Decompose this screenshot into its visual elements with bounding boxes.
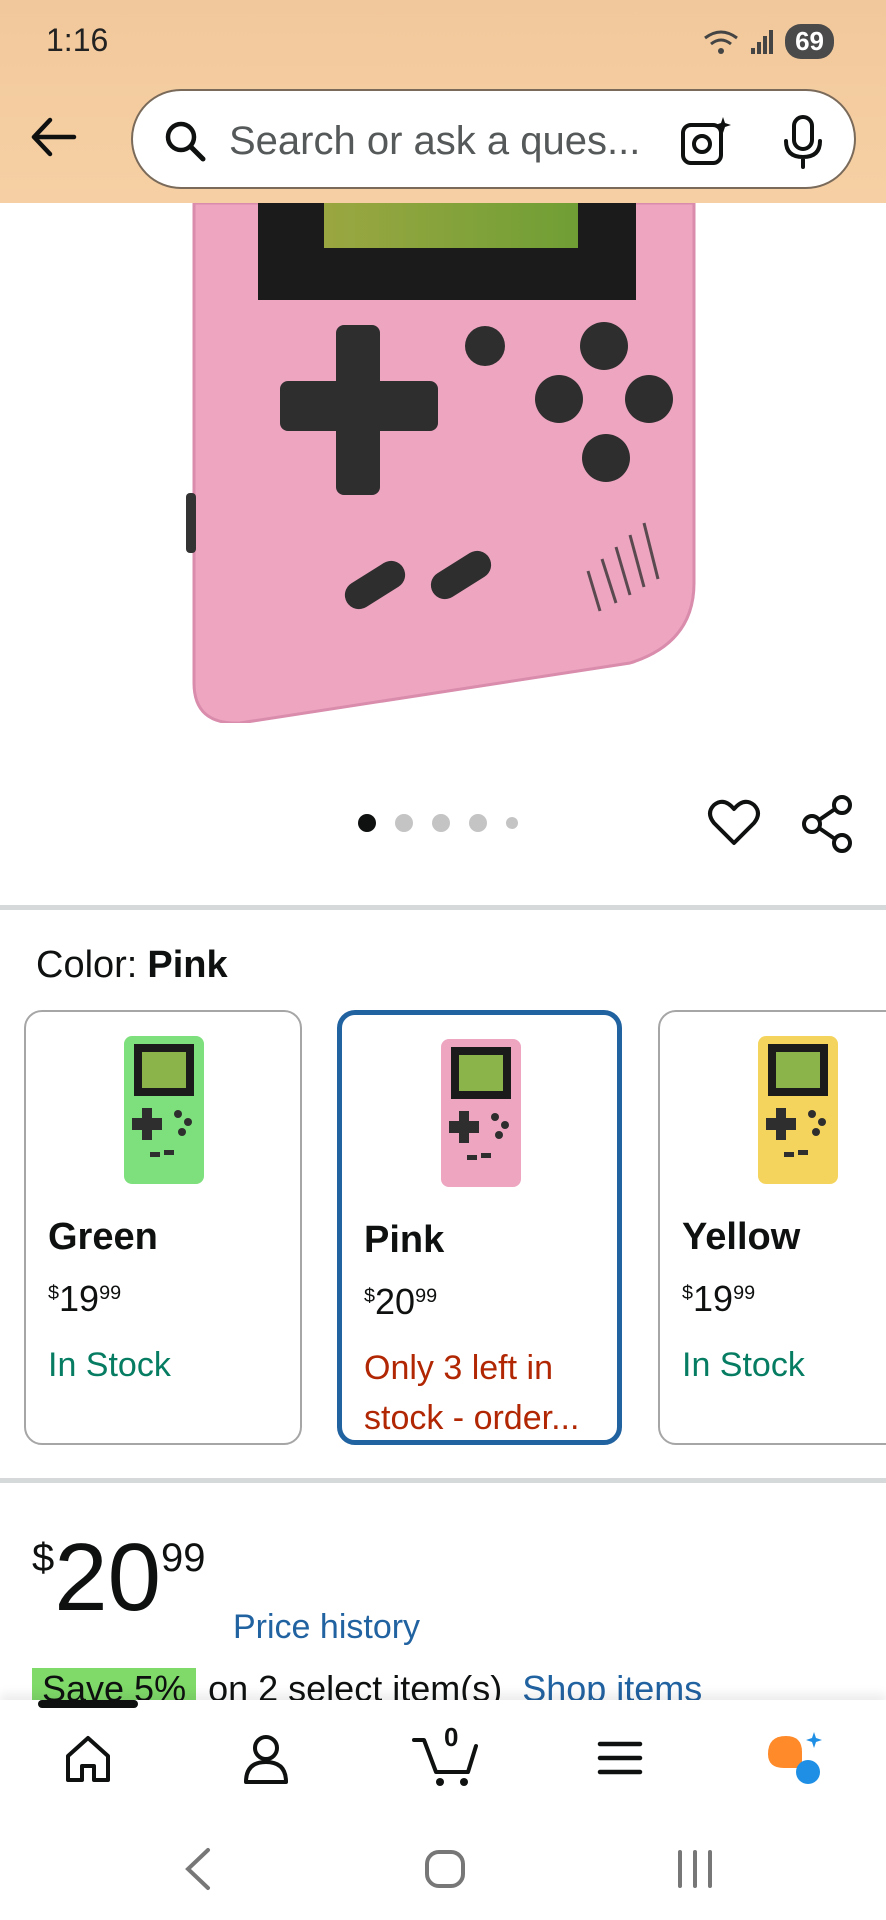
status-icons: 69 <box>703 24 834 59</box>
green-console-thumbnail <box>124 1036 204 1184</box>
carousel-dot[interactable] <box>432 814 450 832</box>
microphone-icon[interactable] <box>781 115 825 169</box>
wifi-icon <box>704 30 738 54</box>
share-icon[interactable] <box>800 795 854 853</box>
home-icon[interactable] <box>58 1728 118 1788</box>
yellow-console-thumbnail <box>758 1036 838 1184</box>
price-history-link[interactable]: Price history <box>233 1608 420 1647</box>
color-label: Color: Pink <box>36 944 228 987</box>
search-bar[interactable]: Search or ask a ques... <box>131 89 856 189</box>
product-price: $2099 <box>32 1530 206 1626</box>
section-divider <box>0 1478 886 1483</box>
price-whole: 20 <box>54 1524 162 1631</box>
color-option-price: $1999 <box>682 1278 755 1320</box>
product-image[interactable] <box>150 203 730 723</box>
cart-count: 0 <box>444 1722 459 1752</box>
shop-items-link[interactable]: Shop items <box>522 1668 702 1700</box>
app-header: 1:16 69 Search or ask a ques... <box>0 0 886 203</box>
price-whole: 20 <box>375 1281 416 1322</box>
color-option-price: $2099 <box>364 1281 437 1323</box>
carousel-dot[interactable] <box>469 814 487 832</box>
price-currency: $ <box>682 1281 694 1304</box>
menu-icon[interactable] <box>590 1728 650 1788</box>
color-option-name: Green <box>48 1216 158 1258</box>
back-arrow-icon[interactable] <box>28 112 78 162</box>
bottom-navigation: 0 <box>0 1700 886 1810</box>
section-divider <box>0 905 886 910</box>
carousel-dot-active[interactable] <box>358 814 376 832</box>
price-cents: 99 <box>161 1536 206 1580</box>
system-home-icon[interactable] <box>424 1844 466 1894</box>
search-input[interactable]: Search or ask a ques... <box>229 119 640 164</box>
color-option-yellow[interactable]: Yellow $1999 In Stock <box>658 1010 886 1445</box>
active-tab-indicator <box>38 1700 138 1708</box>
price-currency: $ <box>48 1281 60 1304</box>
system-recents-icon[interactable] <box>674 1844 716 1894</box>
color-option-pink[interactable]: Pink $2099 Only 3 left in stock - order.… <box>337 1010 622 1445</box>
system-navigation-bar <box>0 1810 886 1920</box>
selected-color-name: Pink <box>147 944 228 986</box>
search-icon <box>165 121 206 162</box>
system-back-icon[interactable] <box>180 1844 216 1894</box>
promo-text: on 2 select item(s) <box>208 1668 503 1700</box>
price-whole: 19 <box>693 1278 734 1319</box>
color-option-green[interactable]: Green $1999 In Stock <box>24 1010 302 1445</box>
heart-icon[interactable] <box>706 795 762 849</box>
color-option-price: $1999 <box>48 1278 121 1320</box>
pink-console-thumbnail <box>441 1039 521 1187</box>
price-whole: 19 <box>59 1278 100 1319</box>
status-time: 1:16 <box>46 22 109 58</box>
battery-indicator: 69 <box>785 24 834 59</box>
price-cents: 99 <box>733 1281 756 1304</box>
color-option-name: Yellow <box>682 1216 801 1258</box>
price-currency: $ <box>32 1536 55 1580</box>
image-carousel-dots <box>358 814 518 832</box>
carousel-dot[interactable] <box>395 814 413 832</box>
stock-status: Only 3 left in stock - order... <box>364 1349 580 1437</box>
price-cents: 99 <box>99 1281 122 1304</box>
carousel-dot[interactable] <box>506 817 518 829</box>
stock-status: In Stock <box>682 1346 805 1384</box>
color-label-text: Color: <box>36 944 138 986</box>
price-currency: $ <box>364 1284 376 1307</box>
stock-status: In Stock <box>48 1346 171 1384</box>
promo-row: Save 5% on 2 select item(s) Shop items <box>32 1668 886 1700</box>
camera-lens-icon[interactable] <box>679 115 733 169</box>
price-cents: 99 <box>415 1284 438 1307</box>
color-option-name: Pink <box>364 1219 445 1261</box>
account-icon[interactable] <box>236 1728 296 1788</box>
rufus-assistant-icon[interactable] <box>764 1728 824 1788</box>
signal-icon <box>751 29 774 54</box>
save-badge: Save 5% <box>32 1668 197 1700</box>
